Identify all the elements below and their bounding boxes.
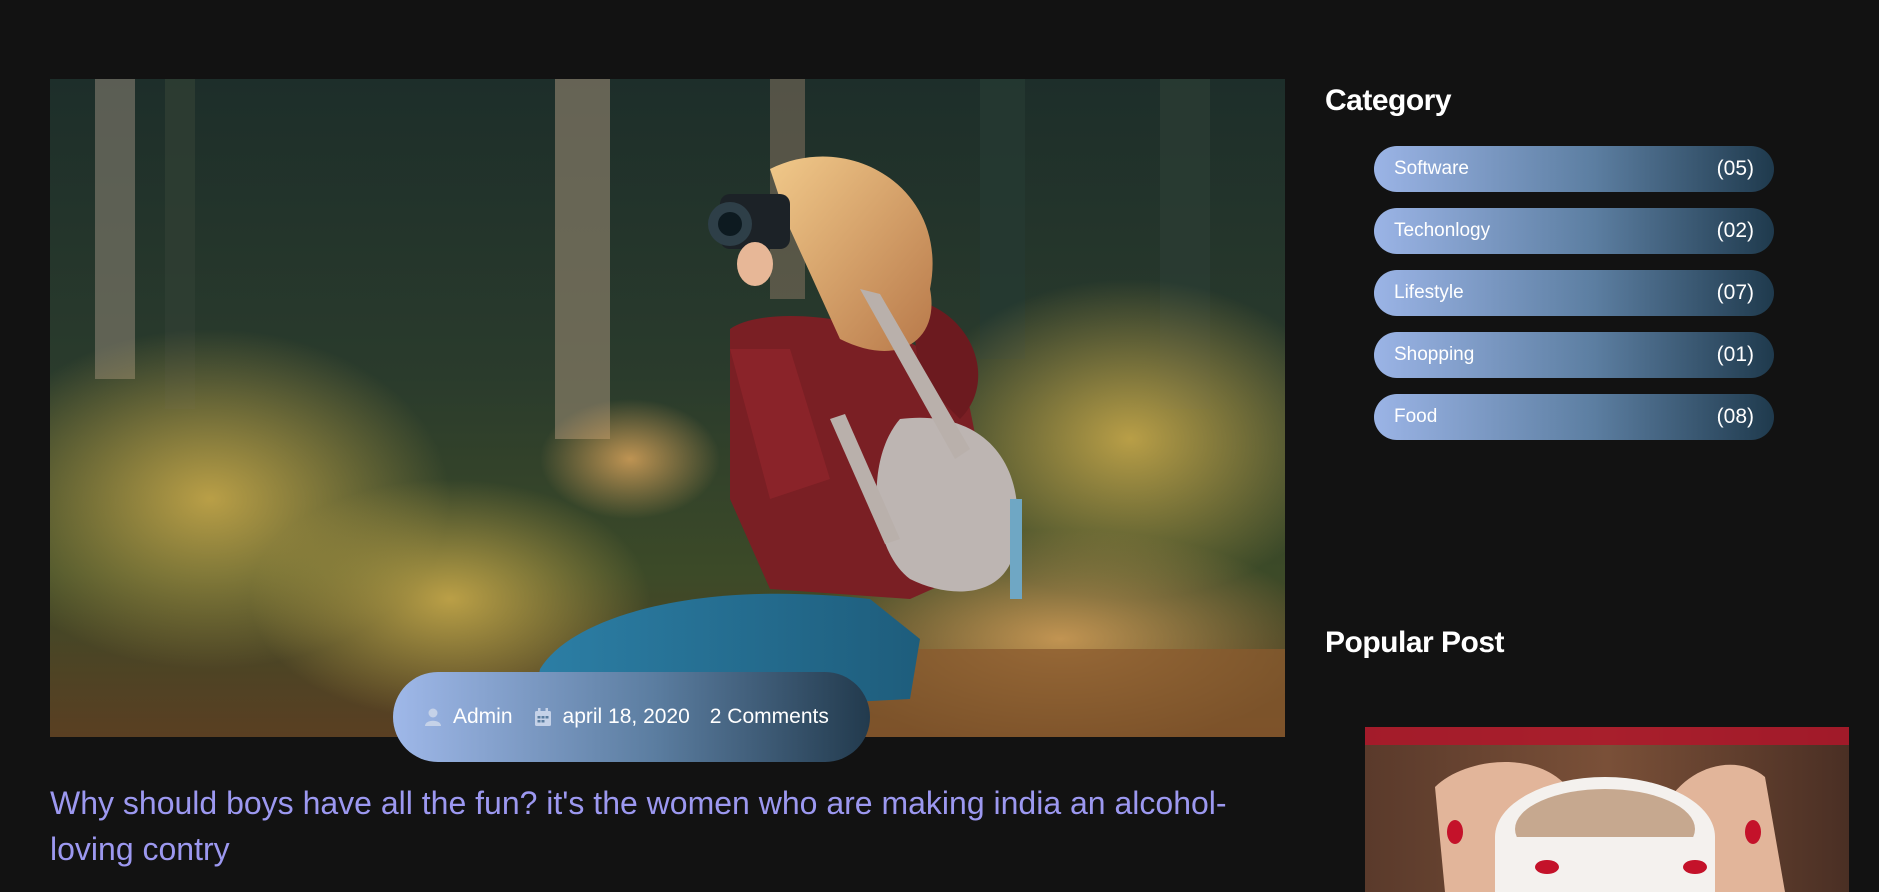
user-icon: [423, 707, 443, 727]
post-comments[interactable]: 2 Comments: [710, 705, 829, 729]
category-list: Software (05) Techonlogy (02) Lifestyle …: [1374, 146, 1774, 456]
post-date-text: april 18, 2020: [562, 705, 690, 728]
post-meta: Admin april 18, 2020 2 Comments: [393, 672, 870, 762]
calendar-icon: [533, 707, 553, 727]
post-author[interactable]: Admin: [423, 705, 513, 729]
coffee-cup-image: [1365, 727, 1849, 892]
popular-post-widget-title: Popular Post: [1325, 626, 1505, 659]
post-date[interactable]: april 18, 2020: [533, 705, 690, 729]
category-name: Shopping: [1394, 344, 1475, 365]
category-name: Lifestyle: [1394, 282, 1464, 303]
category-count: (05): [1716, 157, 1754, 180]
category-name: Food: [1394, 406, 1438, 427]
popular-post-thumbnail[interactable]: [1365, 727, 1849, 892]
post-author-name: Admin: [453, 705, 513, 728]
category-count: (08): [1716, 405, 1754, 428]
post-title[interactable]: Why should boys have all the fun? it's t…: [50, 780, 1250, 872]
category-item-techonlogy[interactable]: Techonlogy (02): [1374, 208, 1774, 254]
category-count: (07): [1716, 281, 1754, 304]
blog-page: Admin april 18, 2020 2 Comments Why shou…: [0, 0, 1879, 892]
category-item-food[interactable]: Food (08): [1374, 394, 1774, 440]
post-comments-text: 2 Comments: [709, 705, 829, 728]
category-item-shopping[interactable]: Shopping (01): [1374, 332, 1774, 378]
category-item-software[interactable]: Software (05): [1374, 146, 1774, 192]
category-count: (01): [1716, 343, 1754, 366]
category-name: Software: [1394, 158, 1469, 179]
category-widget-title: Category: [1325, 84, 1452, 117]
category-count: (02): [1716, 219, 1754, 242]
category-name: Techonlogy: [1394, 220, 1491, 241]
photographer-forest-image: [50, 79, 1285, 737]
featured-post-image[interactable]: [50, 79, 1285, 737]
category-item-lifestyle[interactable]: Lifestyle (07): [1374, 270, 1774, 316]
